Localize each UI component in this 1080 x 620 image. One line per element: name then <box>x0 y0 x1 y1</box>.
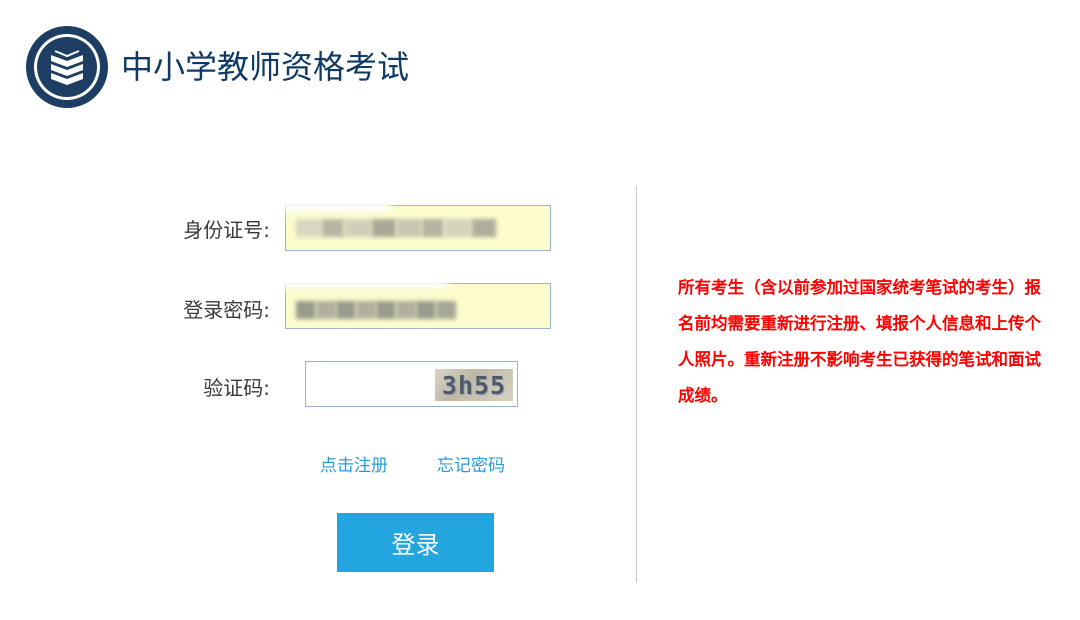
obscured-password-value <box>296 301 456 319</box>
register-link[interactable]: 点击注册 <box>320 455 388 477</box>
redaction-smear <box>278 274 448 288</box>
captcha-label: 验证码: <box>203 376 270 400</box>
captcha-input[interactable]: 3h55 <box>305 361 518 407</box>
vertical-divider <box>636 186 637 583</box>
site-title: 中小学教师资格考试 <box>121 48 410 86</box>
obscured-id-value <box>296 219 496 237</box>
id-number-label: 身份证号: <box>183 218 270 242</box>
forgot-password-link[interactable]: 忘记密码 <box>437 455 505 477</box>
login-button[interactable]: 登录 <box>337 513 494 572</box>
redaction-smear <box>282 200 392 212</box>
captcha-image-text: 3h55 <box>441 370 507 400</box>
captcha-image[interactable]: 3h55 <box>435 369 513 401</box>
password-input[interactable] <box>278 274 551 329</box>
id-number-input[interactable] <box>282 200 551 251</box>
password-label: 登录密码: <box>183 298 270 322</box>
login-page: 中小学教师资格考试 身份证号: 登录密码: 验证码: 3h55 点击注册 忘记密… <box>0 0 1080 620</box>
exam-emblem-icon <box>26 26 108 108</box>
registration-notice: 所有考生（含以前参加过国家统考笔试的考生）报名前均需要重新进行注册、填报个人信息… <box>678 278 1041 405</box>
